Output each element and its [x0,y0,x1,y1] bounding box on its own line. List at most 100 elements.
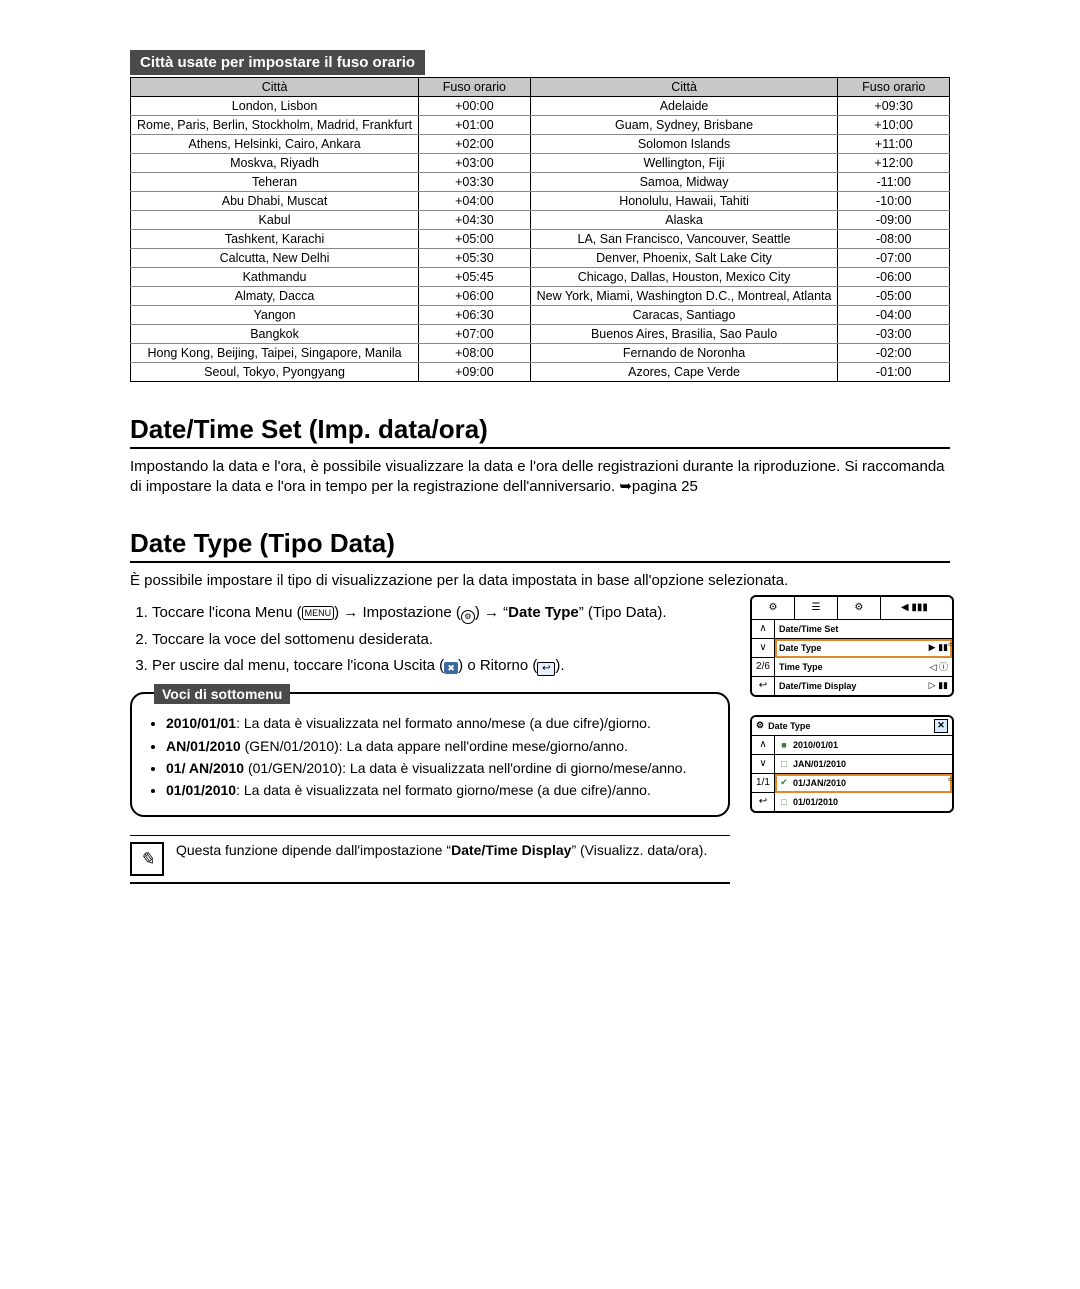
page: Città usate per impostare il fuso orario… [130,50,950,884]
ui2-row-0[interactable]: ■2010/01/01 [775,736,952,755]
gear-icon: ⚙ [461,610,475,624]
submenu-box: Voci di sottomenu 2010/01/01: La data è … [130,692,730,817]
exit-icon: ✖ [444,662,458,674]
ui2-row-1[interactable]: □JAN/01/2010 [775,755,952,774]
ui2-back-button[interactable]: ↩ [752,793,774,811]
table-cell: +12:00 [838,154,950,173]
ui2-page-indicator: 1/1 [752,774,774,793]
ui2-row-2[interactable]: ✔01/JAN/2010☜ [775,774,952,793]
table-cell: +03:00 [419,154,531,173]
table-cell: Samoa, Midway [530,173,838,192]
table-row: Seoul, Tokyo, Pyongyang+09:00Azores, Cap… [131,363,950,382]
para-datetime: Impostando la data e l'ora, è possibile … [130,457,950,496]
table-cell: Moskva, Riyadh [131,154,419,173]
submenu-item: AN/01/2010 (GEN/01/2010): La data appare… [166,737,712,755]
table-cell: -08:00 [838,230,950,249]
table-cell: +01:00 [419,116,531,135]
table-row: Abu Dhabi, Muscat+04:00Honolulu, Hawaii,… [131,192,950,211]
table-cell: Alaska [530,211,838,230]
submenu-title: Voci di sottomenu [154,684,290,704]
table-cell: -03:00 [838,325,950,344]
table-row: Tashkent, Karachi+05:00LA, San Francisco… [131,230,950,249]
table-cell: Seoul, Tokyo, Pyongyang [131,363,419,382]
heading-date-type: Date Type (Tipo Data) [130,528,950,563]
ui1-top-gear2-icon[interactable]: ⚙ [838,597,881,619]
table-cell: Abu Dhabi, Muscat [131,192,419,211]
table-cell: +09:30 [838,97,950,116]
ui1-row-label: Date/Time Set [779,624,838,634]
ui1-row-tail: ▷ ▮▮ [929,680,948,691]
note-icon: ✎ [130,842,164,876]
ui1-back-button[interactable]: ↩ [752,677,774,695]
table-cell: Hong Kong, Beijing, Taipei, Singapore, M… [131,344,419,363]
ui2-row-icon: ■ [779,740,789,750]
ui1-top-gear-icon[interactable]: ⚙ [752,597,795,619]
ui1-row-1[interactable]: Date Type▶ ▮▮☜ [775,639,952,658]
ui1-row-label: Date Type [779,643,821,653]
ui1-down-button[interactable]: ∨ [752,639,774,658]
ui2-row-label: 01/JAN/2010 [793,778,846,788]
table-cell: -02:00 [838,344,950,363]
table-cell: -04:00 [838,306,950,325]
table-row: Kathmandu+05:45Chicago, Dallas, Houston,… [131,268,950,287]
ui2-up-button[interactable]: ∧ [752,736,774,755]
table-row: London, Lisbon+00:00Adelaide+09:30 [131,97,950,116]
table-cell: +05:45 [419,268,531,287]
table-cell: +04:00 [419,192,531,211]
table-cell: -07:00 [838,249,950,268]
table-cell: LA, San Francisco, Vancouver, Seattle [530,230,838,249]
ui-panel-date-type: ⚙ Date Type ✕ ∧ ∨ 1/1 ↩ ■2010/01/01□JAN/… [750,715,954,813]
table-row: Rome, Paris, Berlin, Stockholm, Madrid, … [131,116,950,135]
table-cell: Solomon Islands [530,135,838,154]
table-cell: Teheran [131,173,419,192]
table-row: Moskva, Riyadh+03:00Wellington, Fiji+12:… [131,154,950,173]
submenu-item: 01/01/2010: La data è visualizzata nel f… [166,781,712,799]
submenu-item: 01/ AN/2010 (01/GEN/2010): La data è vis… [166,759,712,777]
table-cell: London, Lisbon [131,97,419,116]
table-cell: +11:00 [838,135,950,154]
ui2-row-icon: □ [779,759,789,769]
table-cell: +05:00 [419,230,531,249]
table-cell: +06:30 [419,306,531,325]
table-cell: Athens, Helsinki, Cairo, Ankara [131,135,419,154]
table-cell: Kathmandu [131,268,419,287]
ui2-down-button[interactable]: ∨ [752,755,774,774]
table-row: Calcutta, New Delhi+05:30Denver, Phoenix… [131,249,950,268]
ui1-row-label: Date/Time Display [779,681,856,691]
table-cell: -05:00 [838,287,950,306]
ui1-row-3[interactable]: Date/Time Display ▷ ▮▮ [775,677,952,695]
ui1-top-list-icon[interactable]: ☰ [795,597,838,619]
ui1-row-tail: ▶ ▮▮ [929,642,948,653]
ui1-row-label: Time Type [779,662,823,672]
table-cell: -01:00 [838,363,950,382]
ui1-top-battery-icon: ◀ ▮▮▮ [881,597,952,619]
ui2-close-button[interactable]: ✕ [934,719,948,733]
ui-panel-settings: ⚙ ☰ ⚙ ◀ ▮▮▮ ∧ ∨ 2/6 ↩ Date/Time SetDate … [750,595,954,697]
table-cell: Chicago, Dallas, Houston, Mexico City [530,268,838,287]
table-cell: Adelaide [530,97,838,116]
table-cell: +07:00 [419,325,531,344]
table-cell: +08:00 [419,344,531,363]
th-off-1: Fuso orario [419,78,531,97]
table-cell: -10:00 [838,192,950,211]
table-cell: +10:00 [838,116,950,135]
table-cell: Guam, Sydney, Brisbane [530,116,838,135]
ui1-row-0[interactable]: Date/Time Set [775,620,952,639]
table-cell: Caracas, Santiago [530,306,838,325]
ui1-up-button[interactable]: ∧ [752,620,774,639]
step-1: Toccare l'icona Menu (MENU) → Impostazio… [152,603,730,624]
para-datetype: È possibile impostare il tipo di visuali… [130,571,950,591]
ui2-row-3[interactable]: □01/01/2010 [775,793,952,811]
table-cell: Honolulu, Hawaii, Tahiti [530,192,838,211]
ui2-row-label: 01/01/2010 [793,797,838,807]
ui1-row-2[interactable]: Time Type◁ ⓘ [775,658,952,677]
table-cell: +00:00 [419,97,531,116]
table-cell: -09:00 [838,211,950,230]
table-row: Kabul+04:30Alaska-09:00 [131,211,950,230]
table-cell: Bangkok [131,325,419,344]
ui2-title: Date Type [768,721,810,731]
table-row: Almaty, Dacca+06:00New York, Miami, Wash… [131,287,950,306]
table-cell: +09:00 [419,363,531,382]
note-text: Questa funzione dipende dall'impostazion… [176,842,707,858]
table-cell: Rome, Paris, Berlin, Stockholm, Madrid, … [131,116,419,135]
